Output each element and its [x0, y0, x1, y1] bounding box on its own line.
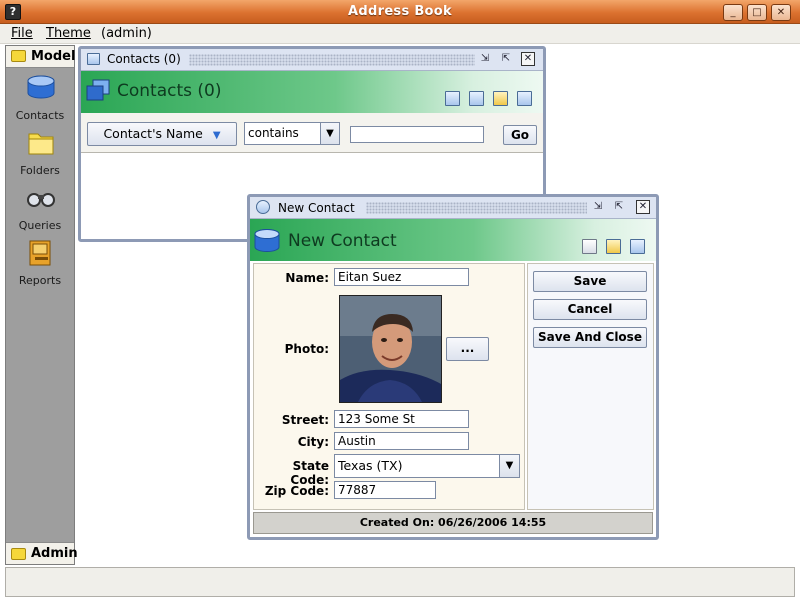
chevron-down-icon: ▼ [499, 455, 519, 477]
minimize-button[interactable]: _ [723, 4, 743, 21]
new-contact-title-bar[interactable]: New Contact ⇲ ⇱ ✕ [250, 197, 656, 219]
zip-code-field[interactable]: 77887 [334, 481, 436, 499]
menu-file[interactable]: File [11, 26, 33, 41]
filter-value-input[interactable] [350, 126, 484, 143]
favorite-icon[interactable] [493, 91, 508, 106]
contact-form: Name: Eitan Suez Photo: ... Street: 123 … [253, 263, 525, 510]
photo-portrait-image [340, 296, 441, 402]
sidebar-item-reports[interactable]: Reports [6, 238, 74, 293]
name-label: Name: [285, 271, 329, 285]
maximize-frame-icon[interactable]: ⇱ [499, 52, 513, 66]
window-title-bar[interactable]: ? Address Book _ □ ✕ [0, 0, 800, 24]
contact-database-icon [254, 229, 280, 252]
save-and-close-button[interactable]: Save And Close [533, 327, 647, 348]
filter-bar: Contact's Name ▼ contains ▼ Go [81, 113, 543, 153]
folders-icon [28, 133, 54, 155]
maximize-frame-icon[interactable]: ⇱ [612, 200, 626, 214]
contact-photo [339, 295, 442, 403]
state-code-label: State Code: [290, 459, 329, 487]
sidebar-item-contacts[interactable]: Contacts [6, 73, 74, 128]
menu-admin[interactable]: (admin) [101, 26, 152, 41]
city-field[interactable]: Austin [334, 432, 469, 450]
split-view-icon[interactable] [630, 239, 645, 254]
view-list-icon[interactable] [445, 91, 460, 106]
sidebar-item-folders[interactable]: Folders [6, 128, 74, 183]
go-button[interactable]: Go [503, 125, 537, 145]
sidebar-item-queries[interactable]: Queries [6, 183, 74, 238]
photo-label: Photo: [284, 342, 329, 356]
new-contact-banner: New Contact [250, 219, 656, 261]
contacts-banner: Contacts (0) [81, 71, 543, 113]
operator-select[interactable]: contains ▼ [244, 122, 340, 145]
close-button[interactable]: ✕ [771, 4, 791, 21]
contacts-cards-icon [86, 79, 110, 101]
action-panel: Save Cancel Save And Close [527, 263, 654, 510]
contacts-icon [27, 75, 55, 99]
split-view-icon[interactable] [517, 91, 532, 106]
created-on-footer: Created On: 06/26/2006 14:55 [253, 512, 653, 534]
minimize-frame-icon[interactable]: ⇲ [591, 200, 605, 214]
status-bar [5, 567, 795, 597]
menu-theme[interactable]: Theme [46, 26, 91, 41]
name-field[interactable]: Eitan Suez [334, 268, 469, 286]
reports-icon [29, 240, 51, 266]
menu-bar: File Theme (admin) [0, 24, 800, 44]
close-frame-icon[interactable]: ✕ [521, 52, 535, 66]
cancel-button[interactable]: Cancel [533, 299, 647, 320]
contact-db-icon [256, 200, 270, 214]
save-button[interactable]: Save [533, 271, 647, 292]
title-grip [189, 54, 475, 66]
dropdown-arrow-icon: ▼ [212, 130, 221, 141]
street-label: Street: [281, 413, 329, 427]
chevron-down-icon: ▼ [320, 123, 339, 144]
sidebar-header-model[interactable]: Model [6, 46, 75, 68]
street-field[interactable]: 123 Some St [334, 410, 469, 428]
field-selector[interactable]: Contact's Name ▼ [87, 122, 237, 146]
state-code-select[interactable]: Texas (TX) ▼ [334, 454, 520, 478]
binoculars-icon [27, 193, 55, 207]
maximize-button[interactable]: □ [747, 4, 767, 21]
document-icon[interactable] [582, 239, 597, 254]
browse-photo-button[interactable]: ... [446, 337, 489, 361]
city-label: City: [297, 435, 329, 449]
folder-icon [11, 50, 26, 62]
contacts-small-icon [87, 53, 100, 65]
window-title: Address Book [348, 4, 452, 19]
sidebar-footer-admin[interactable]: Admin [6, 542, 78, 564]
new-contact-frame: New Contact ⇲ ⇱ ✕ New Contact Name: Eita… [247, 194, 659, 540]
minimize-frame-icon[interactable]: ⇲ [478, 52, 492, 66]
contacts-frame-title-bar[interactable]: Contacts (0) ⇲ ⇱ ✕ [81, 49, 543, 71]
favorite-icon[interactable] [606, 239, 621, 254]
title-grip [366, 202, 587, 214]
close-frame-icon[interactable]: ✕ [636, 200, 650, 214]
model-sidebar: Model Contacts Folders Queries Reports A… [5, 45, 78, 565]
folder-icon [11, 548, 26, 560]
zip-code-label: Zip Code: [264, 484, 329, 498]
view-table-icon[interactable] [469, 91, 484, 106]
